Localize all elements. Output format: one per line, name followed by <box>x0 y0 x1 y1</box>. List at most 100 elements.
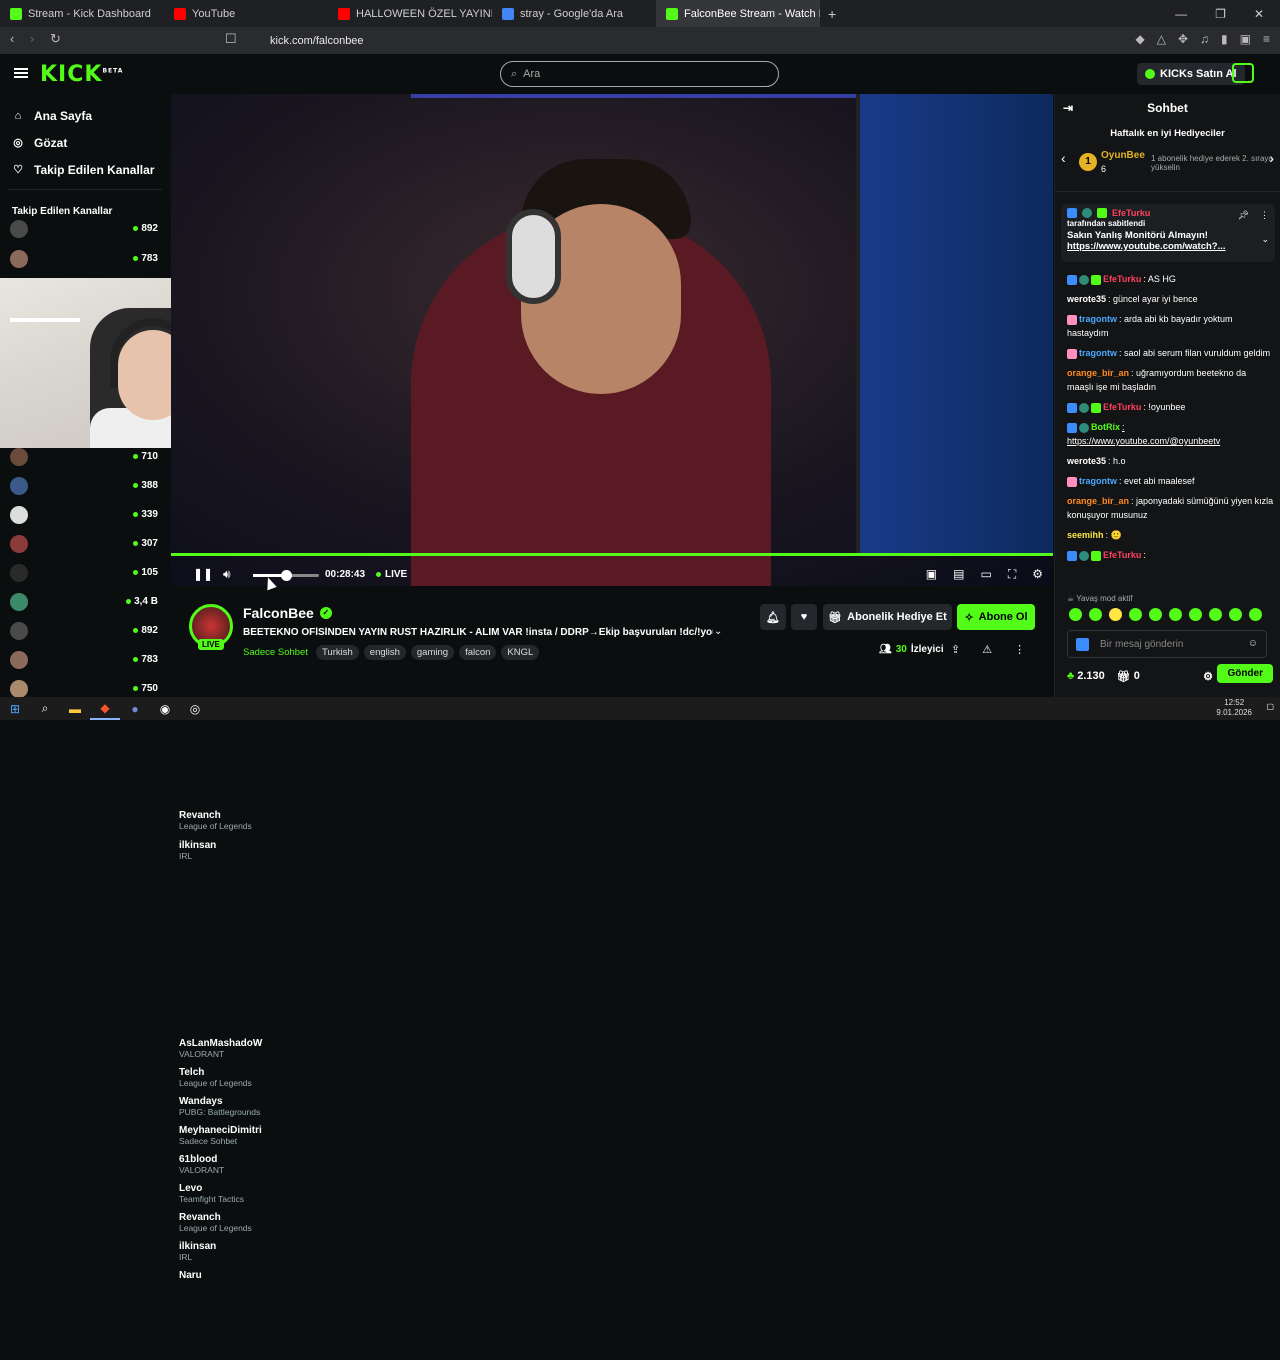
url-field[interactable]: kick.com/falconbee <box>242 30 972 51</box>
puzzle-icon[interactable]: ✥ <box>1178 32 1188 46</box>
sidebar-channel[interactable]: MeyhaneciDimitri Sadece Sohbet 307 <box>0 529 262 1146</box>
chat-username[interactable]: orange_bir_an <box>1067 496 1129 506</box>
sidebar-item-browse[interactable]: ◎ Gözat <box>0 129 170 156</box>
sidebar-channel[interactable]: ilkinsan IRL 783 <box>0 645 216 1262</box>
emote-icon[interactable] <box>1229 608 1242 621</box>
gifts-value[interactable]: 0 <box>1134 670 1140 682</box>
live-indicator[interactable]: LIVE <box>376 569 407 580</box>
restore-icon[interactable]: ❐ <box>1215 7 1226 21</box>
hamburger-icon[interactable] <box>14 68 28 78</box>
wallet-icon[interactable]: ▣ <box>1240 32 1251 46</box>
pause-icon[interactable]: ❚❚ <box>193 567 213 581</box>
tag[interactable]: KNGL <box>501 645 540 660</box>
chat-username[interactable]: tragontw <box>1079 476 1117 486</box>
category-link[interactable]: Sadece Sohbet <box>243 647 308 658</box>
emote-icon[interactable] <box>1109 608 1122 621</box>
sidebar-channel[interactable]: Wandays PUBG: Battlegrounds 339 <box>0 500 260 1117</box>
video-player[interactable] <box>171 94 1053 586</box>
browser-tab[interactable]: Stream - Kick Dashboard <box>0 0 164 27</box>
emote-icon[interactable] <box>1209 608 1222 621</box>
menu-icon[interactable]: ≡ <box>1263 32 1270 46</box>
volume-knob[interactable] <box>281 570 292 581</box>
gift-sub-button[interactable]: 🎁︎ Abonelik Hediye Et <box>823 604 952 630</box>
search-input[interactable]: ⌕ Ara <box>500 61 779 87</box>
settings-icon[interactable]: ⚙ <box>1032 567 1043 582</box>
tag[interactable]: falcon <box>459 645 497 660</box>
share-icon[interactable]: ⇪ <box>951 643 960 656</box>
subscribe-button[interactable]: ✧ Abone Ol <box>957 604 1035 630</box>
back-icon[interactable]: ‹ <box>10 31 14 46</box>
volume-icon[interactable]: 🔊︎ <box>223 567 231 582</box>
forward-icon[interactable]: › <box>30 31 34 46</box>
sidebar-icon[interactable]: ▮ <box>1221 32 1228 46</box>
notification-icon[interactable]: ▢ <box>1266 702 1274 711</box>
tag[interactable]: gaming <box>410 645 455 660</box>
channel-name[interactable]: FalconBee ✓ <box>243 605 332 621</box>
emote-icon[interactable] <box>1169 608 1182 621</box>
close-window-icon[interactable]: ✕ <box>1254 7 1264 21</box>
chevron-right-icon[interactable]: › <box>1269 150 1274 166</box>
report-icon[interactable]: ⚠ <box>982 643 992 656</box>
more-icon[interactable]: ⋮ <box>1014 643 1025 656</box>
tag[interactable]: Turkish <box>315 645 359 660</box>
sidebar-channel[interactable]: Telch League of Legends 388 <box>0 471 252 1088</box>
emoji-icon[interactable]: ☺ <box>1248 638 1258 649</box>
chevron-down-icon[interactable]: ⌄ <box>1261 234 1269 245</box>
pinned-user[interactable]: EfeTurku <box>1112 208 1150 218</box>
fullscreen-icon[interactable]: ⛶ <box>1008 567 1016 582</box>
chat-username[interactable]: tragontw <box>1079 314 1117 324</box>
discord-icon[interactable]: ● <box>120 697 150 720</box>
emote-icon[interactable] <box>1129 608 1142 621</box>
emote-icon[interactable] <box>1149 608 1162 621</box>
brave-browser-icon[interactable]: ◆ <box>90 697 120 720</box>
pinned-message[interactable]: EfeTurku tarafından sabitlendi Sakın Yan… <box>1061 204 1275 262</box>
sidebar-channel[interactable]: ilkinsan IRL 783 <box>0 244 216 861</box>
chat-username[interactable]: seemihh <box>1067 530 1104 540</box>
collapse-chat-icon[interactable]: ⇥ <box>1063 101 1073 115</box>
search-icon[interactable]: ⌕ <box>30 697 60 720</box>
sidebar-channel[interactable]: Revanch League of Legends 892 <box>0 616 252 1233</box>
windows-start-icon[interactable]: ⊞ <box>0 697 30 720</box>
system-clock[interactable]: 12:52 9.01.2026 <box>1216 698 1252 718</box>
sidebar-channel[interactable]: 61blood VALORANT 105 <box>0 558 224 1175</box>
file-explorer-icon[interactable]: ▬ <box>60 697 90 720</box>
user-menu-icon[interactable] <box>1232 63 1254 83</box>
new-tab-icon[interactable]: + <box>828 6 836 22</box>
chat-username[interactable]: orange_bir_an <box>1067 368 1129 378</box>
browser-tab[interactable]: YouTube <box>164 0 328 27</box>
chevron-left-icon[interactable]: ‹ <box>1061 150 1066 166</box>
kick-logo[interactable]: KICKBETA <box>40 62 123 87</box>
more-icon[interactable]: ⋮ <box>1260 210 1269 221</box>
emote-icon[interactable] <box>1069 608 1082 621</box>
chat-username[interactable]: BotRix <box>1091 422 1120 432</box>
extension-icon[interactable]: ◆ <box>1136 32 1145 46</box>
extension-icon[interactable]: △ <box>1157 32 1166 46</box>
chat-username[interactable]: werote35 <box>1067 456 1106 466</box>
emote-icon[interactable] <box>1189 608 1202 621</box>
theater-icon[interactable]: ▭ <box>980 567 991 582</box>
pin-icon[interactable]: 📌︎ <box>1238 210 1249 221</box>
pip-icon[interactable]: ▣ <box>926 567 937 582</box>
browser-tab[interactable]: HALLOWEEN ÖZEL YAYINI - YouTube <box>328 0 492 27</box>
minimize-icon[interactable]: — <box>1175 7 1187 21</box>
media-icon[interactable]: ♫ <box>1200 32 1209 46</box>
sidebar-item-following[interactable]: ♡ Takip Edilen Kanallar <box>0 156 170 183</box>
settings-icon[interactable]: ⚙ <box>1203 670 1213 683</box>
browser-tab[interactable]: FalconBee Stream - Watch Liv✕ <box>656 0 820 27</box>
progress-bar[interactable] <box>171 553 1053 556</box>
chat-username[interactable]: tragontw <box>1079 348 1117 358</box>
chat-username[interactable]: EfeTurku <box>1103 402 1141 412</box>
chat-username[interactable]: EfeTurku <box>1103 550 1141 560</box>
points-value[interactable]: 2.130 <box>1077 670 1105 682</box>
steam-icon[interactable]: ◉ <box>150 697 180 720</box>
sidebar-channel[interactable]: Revanch League of Legends 892 <box>0 214 252 831</box>
volume-slider[interactable] <box>253 570 319 581</box>
clip-icon[interactable]: ▤ <box>953 567 964 582</box>
reload-icon[interactable]: ↻ <box>50 31 61 47</box>
pinned-link[interactable]: https://www.youtube.com/watch?... <box>1067 241 1269 252</box>
chat-username[interactable]: werote35 <box>1067 294 1106 304</box>
expand-title-icon[interactable]: ⌄ <box>714 626 722 637</box>
gifter-name[interactable]: OyunBee <box>1101 150 1145 161</box>
buy-kicks-button[interactable]: KICKs Satın Al <box>1137 63 1245 85</box>
sidebar-item-home[interactable]: ⌂ Ana Sayfa <box>0 102 170 129</box>
